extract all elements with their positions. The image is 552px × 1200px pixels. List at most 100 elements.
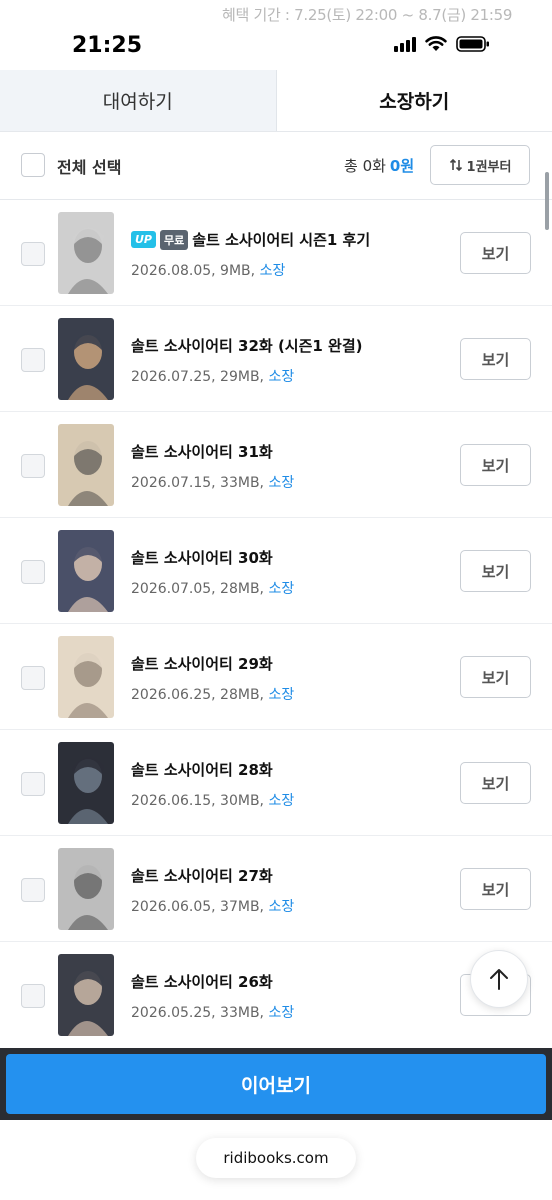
selection-total: 총 0화 0원 bbox=[344, 155, 414, 176]
episode-thumbnail[interactable] bbox=[58, 212, 114, 294]
bottom-area: 이어보기 ridibooks.com bbox=[0, 1044, 552, 1200]
continue-bar: 이어보기 bbox=[0, 1048, 552, 1120]
cellular-signal-icon bbox=[394, 36, 416, 52]
scroll-to-top-button[interactable] bbox=[470, 950, 528, 1008]
episode-checkbox[interactable] bbox=[21, 454, 45, 478]
episode-title-line: 솔트 소사이어티 26화 bbox=[131, 971, 273, 992]
episode-row[interactable]: 솔트 소사이어티 30화 2026.07.05, 28MB, 소장 보기 bbox=[0, 518, 552, 624]
view-episode-button[interactable]: 보기 bbox=[460, 444, 531, 486]
episode-row[interactable]: 솔트 소사이어티 28화 2026.06.15, 30MB, 소장 보기 bbox=[0, 730, 552, 836]
sort-order-label: 1권부터 bbox=[466, 159, 512, 175]
episode-title: 솔트 소사이어티 28화 bbox=[131, 761, 273, 779]
ownership-status: 소장 bbox=[268, 475, 295, 491]
continue-reading-button[interactable]: 이어보기 bbox=[6, 1054, 546, 1114]
update-badge: UP bbox=[131, 231, 156, 248]
episode-thumbnail[interactable] bbox=[58, 636, 114, 718]
episode-date-size: 2026.06.15, 30MB, bbox=[131, 793, 265, 809]
episode-title: 솔트 소사이어티 29화 bbox=[131, 655, 273, 673]
episode-thumbnail[interactable] bbox=[58, 954, 114, 1036]
episode-date-size: 2026.07.25, 29MB, bbox=[131, 369, 265, 385]
episode-meta: 2026.07.15, 33MB, 소장 bbox=[131, 472, 294, 492]
view-episode-button[interactable]: 보기 bbox=[460, 232, 531, 274]
ownership-status: 소장 bbox=[268, 369, 295, 385]
status-icons bbox=[394, 36, 490, 52]
episode-checkbox[interactable] bbox=[21, 772, 45, 796]
episode-title-line: 솔트 소사이어티 32화 (시즌1 완결) bbox=[131, 335, 363, 356]
sort-arrows-icon bbox=[449, 158, 462, 172]
episode-title-line: 솔트 소사이어티 30화 bbox=[131, 547, 273, 568]
ownership-status: 소장 bbox=[268, 581, 295, 597]
episode-title-line: 솔트 소사이어티 27화 bbox=[131, 865, 273, 886]
view-episode-button[interactable]: 보기 bbox=[460, 338, 531, 380]
view-episode-button[interactable]: 보기 bbox=[460, 868, 531, 910]
total-count: 총 0화 bbox=[344, 157, 386, 175]
episode-date-size: 2026.05.25, 33MB, bbox=[131, 1005, 265, 1021]
selection-bar: 전체 선택 총 0화 0원 1권부터 bbox=[0, 132, 552, 200]
episode-row[interactable]: 솔트 소사이어티 31화 2026.07.15, 33MB, 소장 보기 bbox=[0, 412, 552, 518]
episode-title-line: UP 무료 솔트 소사이어티 시즌1 후기 bbox=[131, 229, 370, 250]
episode-meta: 2026.07.05, 28MB, 소장 bbox=[131, 578, 294, 598]
episode-thumbnail[interactable] bbox=[58, 848, 114, 930]
episode-title: 솔트 소사이어티 26화 bbox=[131, 973, 273, 991]
episode-row[interactable]: 솔트 소사이어티 32화 (시즌1 완결) 2026.07.25, 29MB, 소… bbox=[0, 306, 552, 412]
episode-checkbox[interactable] bbox=[21, 242, 45, 266]
episode-title: 솔트 소사이어티 32화 (시즌1 완결) bbox=[131, 337, 363, 355]
episode-title-line: 솔트 소사이어티 28화 bbox=[131, 759, 273, 780]
free-badge: 무료 bbox=[160, 229, 189, 250]
ownership-status: 소장 bbox=[259, 263, 286, 279]
view-episode-button[interactable]: 보기 bbox=[460, 762, 531, 804]
episode-date-size: 2026.06.05, 37MB, bbox=[131, 899, 265, 915]
episode-row[interactable]: UP 무료 솔트 소사이어티 시즌1 후기 2026.08.05, 9MB, 소장 보기 bbox=[0, 200, 552, 306]
battery-icon bbox=[456, 36, 490, 52]
episode-date-size: 2026.07.05, 28MB, bbox=[131, 581, 265, 597]
tab-own[interactable]: 소장하기 bbox=[276, 70, 552, 131]
episode-date-size: 2026.06.25, 28MB, bbox=[131, 687, 265, 703]
episode-title-line: 솔트 소사이어티 29화 bbox=[131, 653, 273, 674]
view-episode-button[interactable]: 보기 bbox=[460, 550, 531, 592]
wifi-icon bbox=[425, 36, 447, 52]
episode-thumbnail[interactable] bbox=[58, 318, 114, 400]
episode-title: 솔트 소사이어티 31화 bbox=[131, 443, 273, 461]
episode-date-size: 2026.08.05, 9MB, bbox=[131, 263, 256, 279]
browser-url-bar[interactable]: ridibooks.com bbox=[196, 1138, 356, 1178]
episode-title: 솔트 소사이어티 27화 bbox=[131, 867, 273, 885]
total-price: 0원 bbox=[389, 157, 415, 175]
episode-meta: 2026.07.25, 29MB, 소장 bbox=[131, 366, 294, 386]
episode-row[interactable]: 솔트 소사이어티 27화 2026.06.05, 37MB, 소장 보기 bbox=[0, 836, 552, 942]
tab-own-label: 소장하기 bbox=[379, 91, 450, 113]
episode-meta: 2026.06.15, 30MB, 소장 bbox=[131, 790, 294, 810]
episode-thumbnail[interactable] bbox=[58, 530, 114, 612]
episode-checkbox[interactable] bbox=[21, 878, 45, 902]
episode-row[interactable]: 솔트 소사이어티 26화2026.05.25, 33MB, 소장보기 bbox=[0, 942, 552, 1048]
ownership-status: 소장 bbox=[268, 899, 295, 915]
select-all-checkbox[interactable] bbox=[21, 153, 45, 177]
episode-meta: 2026.06.25, 28MB, 소장 bbox=[131, 684, 294, 704]
episode-checkbox[interactable] bbox=[21, 348, 45, 372]
episode-meta: 2026.08.05, 9MB, 소장 bbox=[131, 260, 285, 280]
purchase-tabs: 대여하기 소장하기 bbox=[0, 70, 552, 132]
episode-title-line: 솔트 소사이어티 31화 bbox=[131, 441, 273, 462]
tab-rent-label: 대여하기 bbox=[102, 91, 173, 113]
sort-order-button[interactable]: 1권부터 bbox=[430, 145, 530, 185]
ownership-status: 소장 bbox=[268, 1005, 295, 1021]
episode-title: 솔트 소사이어티 30화 bbox=[131, 549, 273, 567]
promo-period-text: 혜택 기간 : 7.25(토) 22:00 ~ 8.7(금) 21:59 bbox=[222, 6, 513, 24]
ownership-status: 소장 bbox=[268, 687, 295, 703]
episode-thumbnail[interactable] bbox=[58, 742, 114, 824]
episode-checkbox[interactable] bbox=[21, 984, 45, 1008]
episode-checkbox[interactable] bbox=[21, 560, 45, 584]
status-bar: 혜택 기간 : 7.25(토) 22:00 ~ 8.7(금) 21:59 21:… bbox=[0, 0, 552, 70]
episode-title: 솔트 소사이어티 시즌1 후기 bbox=[192, 231, 371, 249]
tab-rent[interactable]: 대여하기 bbox=[0, 70, 277, 131]
ownership-status: 소장 bbox=[268, 793, 295, 809]
arrow-up-icon bbox=[490, 969, 508, 990]
view-episode-button[interactable]: 보기 bbox=[460, 656, 531, 698]
episode-meta: 2026.06.05, 37MB, 소장 bbox=[131, 896, 294, 916]
episode-checkbox[interactable] bbox=[21, 666, 45, 690]
episode-list: UP 무료 솔트 소사이어티 시즌1 후기 2026.08.05, 9MB, 소장 보기… bbox=[0, 200, 552, 1048]
status-time: 21:25 bbox=[72, 33, 143, 58]
select-all-label[interactable]: 전체 선택 bbox=[57, 154, 121, 178]
episode-row[interactable]: 솔트 소사이어티 29화 2026.06.25, 28MB, 소장 보기 bbox=[0, 624, 552, 730]
episode-thumbnail[interactable] bbox=[58, 424, 114, 506]
episode-meta: 2026.05.25, 33MB, 소장 bbox=[131, 1002, 294, 1022]
